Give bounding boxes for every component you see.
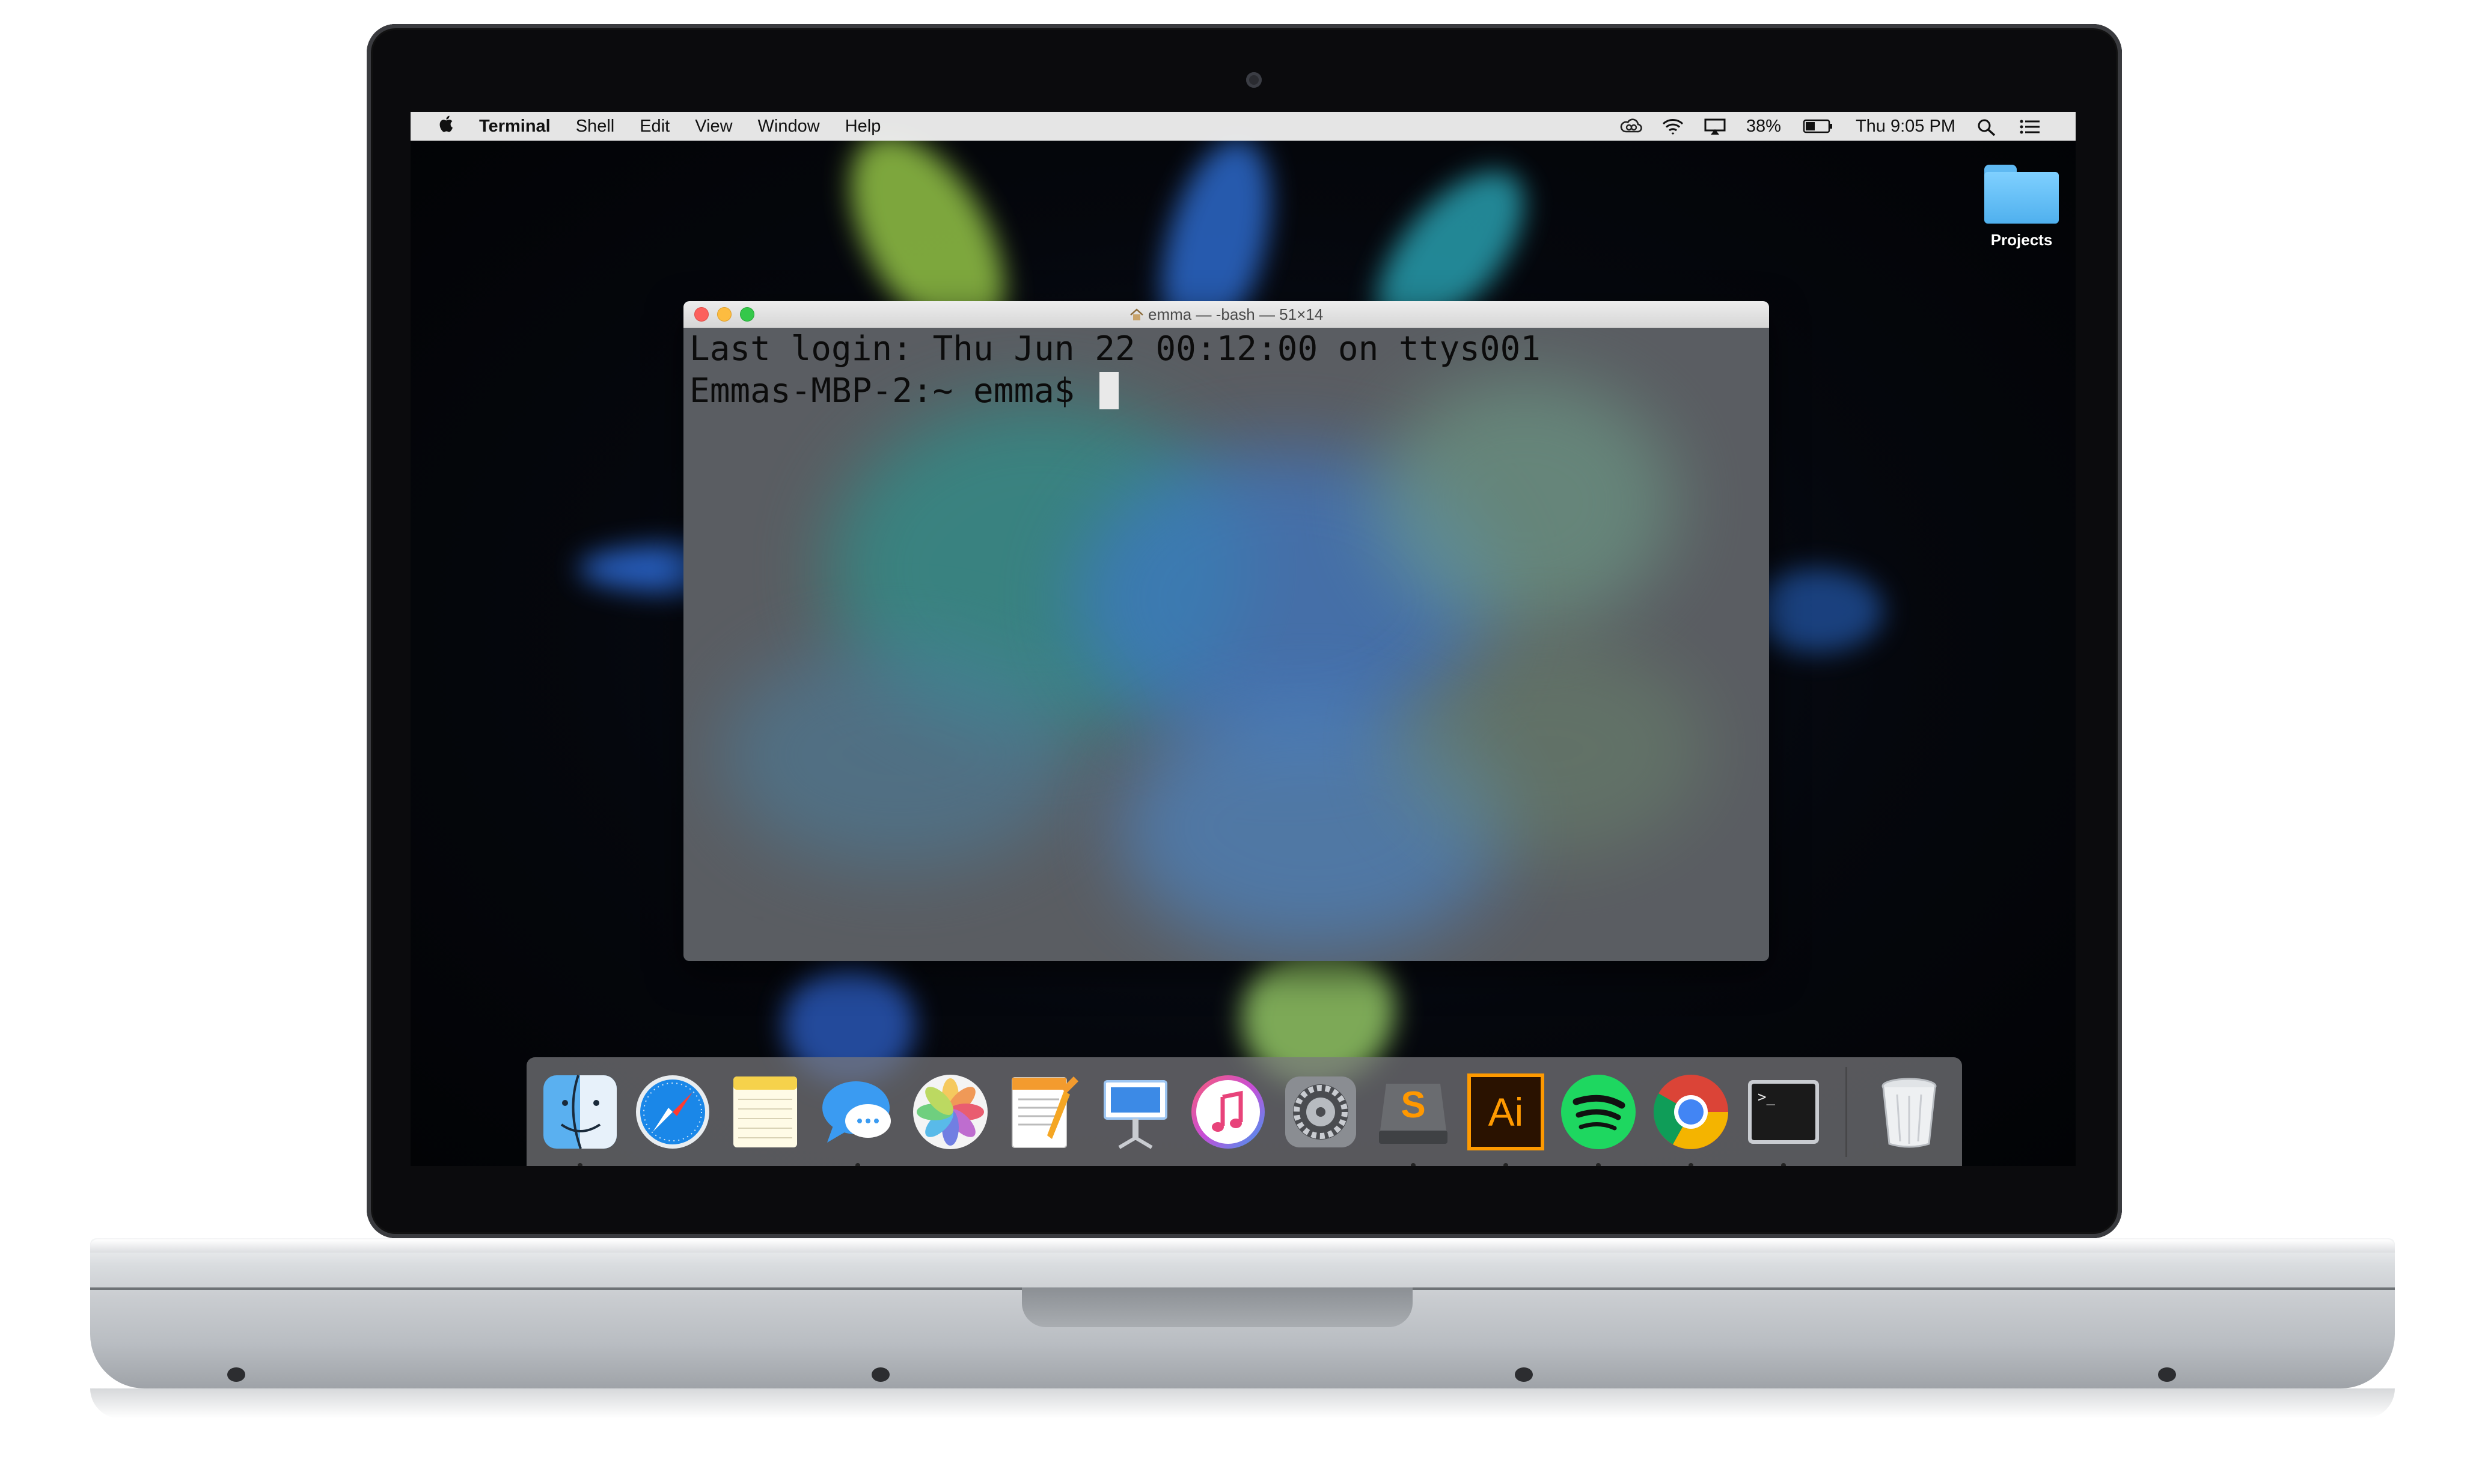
camera xyxy=(1246,72,1262,88)
terminal-icon[interactable]: >_ xyxy=(1744,1073,1823,1166)
photos-icon[interactable] xyxy=(911,1073,989,1151)
terminal-title-bar[interactable]: emma — -bash — 51×14 xyxy=(683,301,1769,328)
safari-icon[interactable] xyxy=(634,1073,712,1151)
menu-shell[interactable]: Shell xyxy=(576,117,615,136)
folder-icon xyxy=(1984,165,2059,224)
menu-edit[interactable]: Edit xyxy=(640,117,670,136)
laptop-base-edge xyxy=(90,1239,2395,1253)
home-icon xyxy=(1129,305,1148,323)
laptop-shadow xyxy=(90,1388,2395,1418)
laptop-foot xyxy=(1515,1367,1533,1382)
terminal-cursor xyxy=(1099,372,1119,409)
terminal-icon-prompt: >_ xyxy=(1758,1089,1775,1105)
battery-icon[interactable] xyxy=(1803,118,1834,134)
spotify-icon[interactable] xyxy=(1559,1073,1637,1166)
creative-cloud-icon[interactable] xyxy=(1620,118,1642,134)
dock-separator xyxy=(1845,1066,1847,1157)
wifi-icon[interactable] xyxy=(1662,118,1683,135)
menu-window[interactable]: Window xyxy=(758,117,820,136)
terminal-title-text: emma — -bash — 51×14 xyxy=(1148,305,1324,323)
notes-icon[interactable] xyxy=(726,1073,804,1151)
spotlight-icon[interactable] xyxy=(1977,118,1997,136)
pages-icon[interactable] xyxy=(1004,1073,1082,1151)
desktop-screen: Terminal Shell Edit View Window Help 38%… xyxy=(411,112,2076,1166)
sublime-label: S xyxy=(1401,1084,1425,1126)
sublime-text-icon[interactable]: S xyxy=(1374,1073,1452,1166)
airplay-icon[interactable] xyxy=(1704,118,1726,135)
menu-app-name[interactable]: Terminal xyxy=(479,117,551,136)
menu-view[interactable]: View xyxy=(695,117,732,136)
laptop-foot xyxy=(872,1367,890,1382)
battery-percent: 38% xyxy=(1746,116,1781,136)
menu-clock[interactable]: Thu 9:05 PM xyxy=(1856,117,1955,136)
finder-icon[interactable] xyxy=(541,1073,619,1166)
wallpaper-burst xyxy=(1751,569,1883,653)
chrome-icon[interactable] xyxy=(1652,1073,1730,1166)
folder-label: Projects xyxy=(1990,231,2053,249)
dock: S Ai >_ xyxy=(527,1057,1962,1166)
terminal-title: emma — -bash — 51×14 xyxy=(683,305,1769,324)
messages-icon[interactable] xyxy=(819,1073,897,1166)
terminal-window[interactable]: emma — -bash — 51×14 Last login: Thu Jun… xyxy=(683,301,1769,961)
apple-menu-icon[interactable] xyxy=(437,114,454,138)
terminal-content[interactable]: Last login: Thu Jun 22 00:12:00 on ttys0… xyxy=(683,328,1769,961)
terminal-output: Last login: Thu Jun 22 00:12:00 on ttys0… xyxy=(689,328,1541,412)
desktop-folder-projects[interactable]: Projects xyxy=(1976,165,2067,249)
itunes-icon[interactable] xyxy=(1189,1073,1267,1151)
terminal-last-login: Last login: Thu Jun 22 00:12:00 on ttys0… xyxy=(689,329,1541,368)
trash-icon[interactable] xyxy=(1870,1073,1948,1151)
keynote-icon[interactable] xyxy=(1096,1073,1175,1151)
laptop-notch xyxy=(1022,1287,1413,1327)
system-preferences-icon[interactable] xyxy=(1282,1073,1360,1151)
laptop-foot xyxy=(227,1367,245,1382)
menu-help[interactable]: Help xyxy=(845,117,881,136)
notification-center-icon[interactable] xyxy=(2019,118,2040,134)
illustrator-icon[interactable]: Ai xyxy=(1467,1073,1545,1166)
menu-bar: Terminal Shell Edit View Window Help 38%… xyxy=(411,112,2076,141)
laptop-foot xyxy=(2158,1367,2176,1382)
terminal-prompt: Emmas-MBP-2:~ emma$ xyxy=(689,371,1095,411)
illustrator-label: Ai xyxy=(1488,1090,1524,1134)
